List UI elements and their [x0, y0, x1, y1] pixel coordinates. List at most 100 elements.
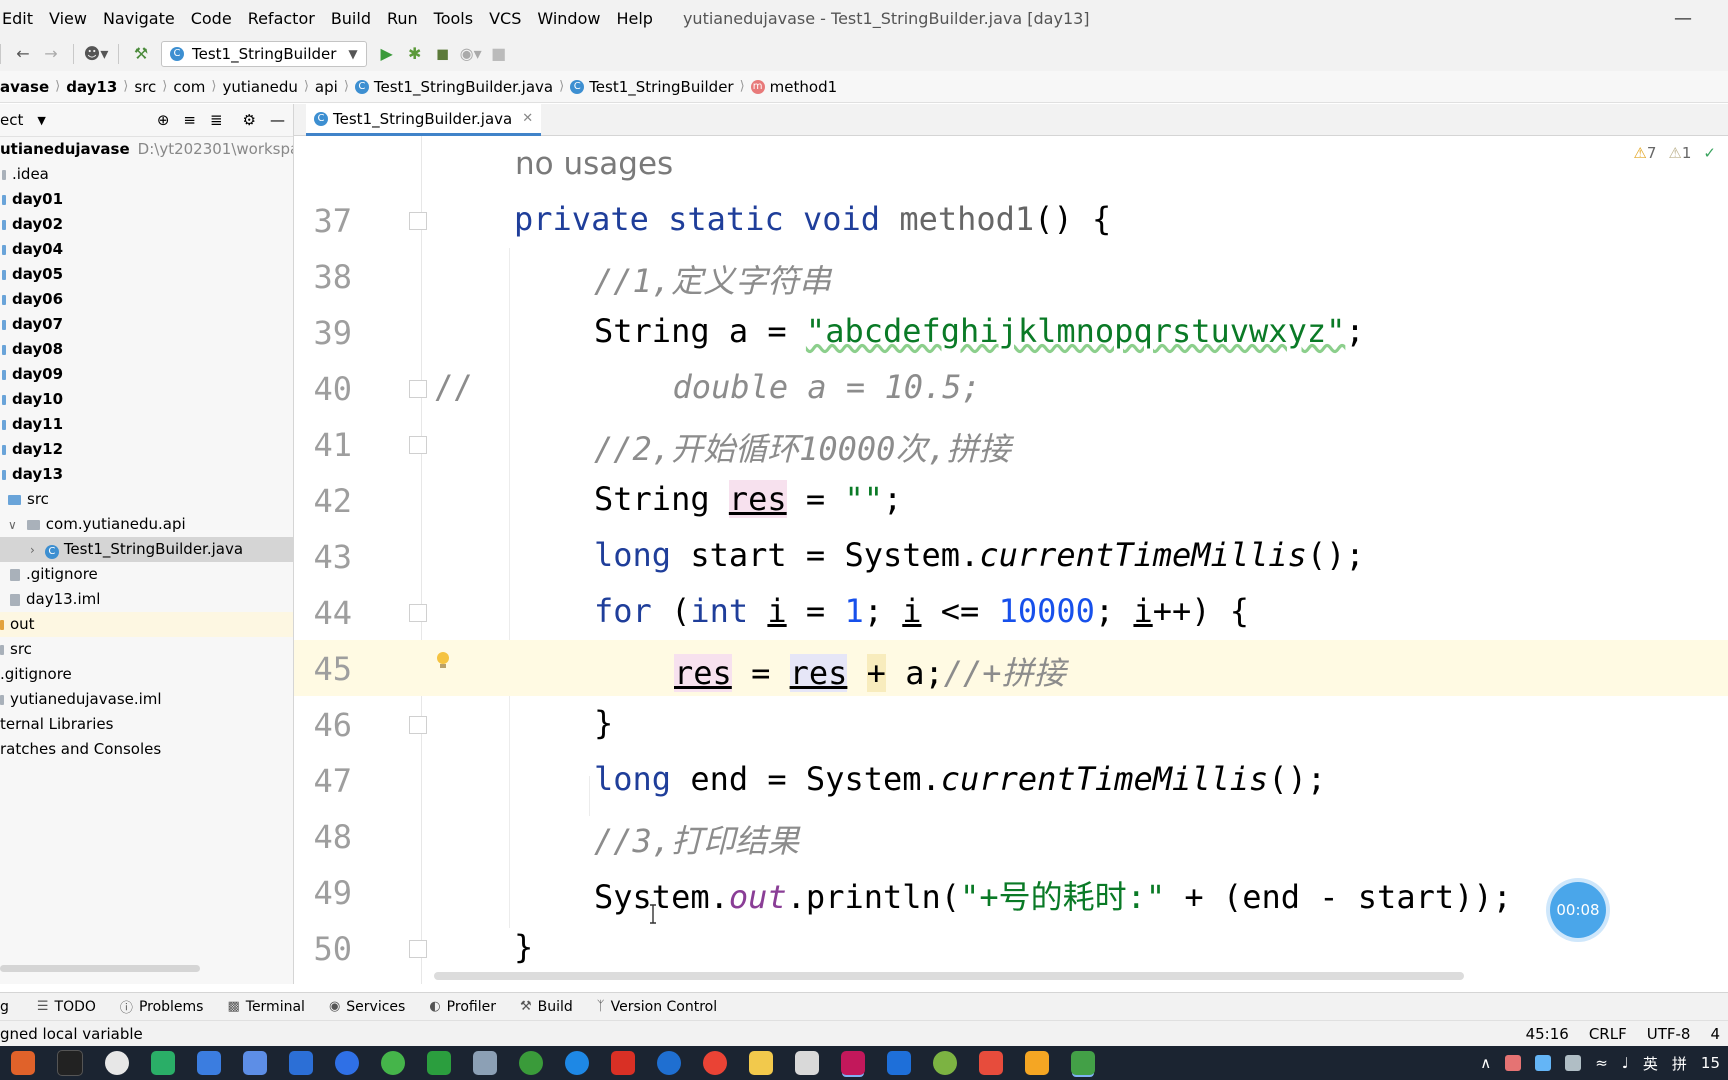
code-line-48[interactable]: 48 //3,打印结果	[294, 808, 1728, 864]
qq-icon[interactable]	[57, 1050, 83, 1076]
game-icon[interactable]	[519, 1051, 543, 1075]
tree-item-package[interactable]: ∨ com.yutianedu.api	[0, 512, 293, 537]
tree-item-day13[interactable]: day13	[0, 462, 293, 487]
run-configuration-select[interactable]: C Test1_StringBuilder ▼	[161, 40, 367, 67]
tree-item-day07[interactable]: day07	[0, 312, 293, 337]
code-line-37[interactable]: 37 private static void method1() {	[294, 192, 1728, 248]
chevron-up-icon[interactable]: ∧	[1480, 1054, 1491, 1072]
mail-icon[interactable]	[289, 1051, 313, 1075]
photos-icon[interactable]	[243, 1051, 267, 1075]
code-line-39[interactable]: 39 String a = "abcdefghijklmnopqrstuvwxy…	[294, 304, 1728, 360]
code-line-43[interactable]: 43 long start = System.currentTimeMillis…	[294, 528, 1728, 584]
tool-window-profiler[interactable]: ◐ Profiler	[429, 999, 496, 1015]
chat-icon[interactable]	[105, 1051, 129, 1075]
chevron-right-icon[interactable]: ›	[30, 543, 35, 557]
ime-mode[interactable]: 拼	[1672, 1053, 1687, 1074]
menu-refactor[interactable]: Refactor	[240, 9, 323, 28]
project-view-selector[interactable]: ect	[0, 111, 23, 129]
menu-window[interactable]: Window	[529, 9, 608, 28]
code-line-50[interactable]: 50 }	[294, 920, 1728, 976]
breadcrumb-class[interactable]: C Test1_StringBuilder	[570, 78, 734, 96]
code-line-47[interactable]: 47 long end = System.currentTimeMillis()…	[294, 752, 1728, 808]
pdf-icon[interactable]	[979, 1051, 1003, 1075]
breadcrumb-project[interactable]: avase	[0, 78, 49, 96]
collapse-all-icon[interactable]: ≣	[210, 111, 223, 129]
fold-icon[interactable]	[409, 436, 427, 454]
tree-item-day01[interactable]: day01	[0, 187, 293, 212]
tree-item-day04[interactable]: day04	[0, 237, 293, 262]
tree-item-external-libraries[interactable]: ternal Libraries	[0, 712, 293, 737]
menu-run[interactable]: Run	[379, 9, 426, 28]
settings-app-icon[interactable]	[335, 1051, 359, 1075]
indent-setting[interactable]: 4	[1710, 1025, 1720, 1043]
notes-icon[interactable]	[1025, 1051, 1049, 1075]
firefox-icon[interactable]	[11, 1051, 35, 1075]
editor-tab-test1[interactable]: C Test1_StringBuilder.java ✕	[306, 104, 542, 136]
menu-vcs[interactable]: VCS	[481, 9, 529, 28]
caret-position[interactable]: 45:16	[1526, 1025, 1569, 1043]
chrome-icon[interactable]	[703, 1051, 727, 1075]
menu-build[interactable]: Build	[323, 9, 379, 28]
locate-icon[interactable]: ⊕	[157, 111, 170, 129]
project-scrollbar[interactable]	[0, 965, 200, 972]
tool-window-problems[interactable]: ⓘ Problems	[120, 997, 204, 1017]
chevron-down-icon[interactable]: ▼	[37, 114, 45, 127]
forward-arrow-icon[interactable]: →	[37, 44, 65, 63]
tree-item-gitignore-root[interactable]: .gitignore	[0, 662, 293, 687]
code-line-49[interactable]: 49 System.out.println("+号的耗时:" + (end - …	[294, 864, 1728, 920]
tool-app-icon[interactable]	[473, 1051, 497, 1075]
breadcrumb-method[interactable]: m method1	[750, 78, 837, 96]
shield-icon[interactable]	[1535, 1055, 1552, 1071]
tool-window-build[interactable]: ⚒ Build	[520, 999, 573, 1015]
wechat-icon[interactable]	[151, 1051, 175, 1075]
todesk-icon[interactable]	[887, 1051, 911, 1075]
code-line-42[interactable]: 42 String res = "";	[294, 472, 1728, 528]
tree-item-project-iml[interactable]: yutianedujavase.iml	[0, 687, 293, 712]
tree-item-day05[interactable]: day05	[0, 262, 293, 287]
tree-item-idea[interactable]: .idea	[0, 162, 293, 187]
ime-indicator[interactable]: 英	[1643, 1053, 1658, 1074]
fold-icon[interactable]	[409, 716, 427, 734]
breadcrumb-src[interactable]: src	[134, 78, 156, 96]
back-arrow-icon[interactable]: ←	[9, 44, 37, 63]
usages-hint[interactable]: no usages	[515, 146, 673, 182]
code-line-45[interactable]: 45 res = res + a;//+拼接	[294, 640, 1728, 696]
tray-app-icon[interactable]	[1505, 1055, 1522, 1071]
editor-horizontal-scrollbar[interactable]	[434, 972, 1464, 980]
minimize-icon[interactable]: —	[1674, 8, 1692, 29]
code-editor[interactable]: ⚠7 ⚠1 ✓ no usages 37 private static void…	[294, 136, 1728, 984]
coverage-icon[interactable]: ◼	[429, 44, 457, 63]
tool-window-debug[interactable]: g	[0, 999, 9, 1015]
fold-icon[interactable]	[409, 940, 427, 958]
tool-window-terminal[interactable]: ▩ Terminal	[227, 999, 304, 1015]
tool-window-version-control[interactable]: ᛉ Version Control	[597, 999, 717, 1015]
gear-app-icon[interactable]	[795, 1051, 819, 1075]
tree-item-day09[interactable]: day09	[0, 362, 293, 387]
fold-icon[interactable]	[409, 604, 427, 622]
menu-navigate[interactable]: Navigate	[95, 9, 183, 28]
battery-icon[interactable]	[1565, 1055, 1582, 1071]
profile-icon[interactable]: ◉▾	[457, 44, 485, 63]
tree-root[interactable]: utianedujavaseD:\yt202301\workspace\	[0, 137, 293, 162]
stop-icon[interactable]: ■	[485, 44, 513, 63]
breadcrumb-yutianedu[interactable]: yutianedu	[222, 78, 297, 96]
tree-item-gitignore[interactable]: .gitignore	[0, 562, 293, 587]
tree-item-src-root[interactable]: src	[0, 637, 293, 662]
hbuilder-icon[interactable]	[427, 1051, 451, 1075]
expand-all-icon[interactable]: ≡	[183, 111, 196, 129]
run-icon[interactable]: ▶	[373, 44, 401, 63]
debug-bug-icon[interactable]: ✱	[401, 44, 429, 63]
status-message[interactable]: gned local variable	[0, 1025, 143, 1043]
tree-item-day12[interactable]: day12	[0, 437, 293, 462]
clock[interactable]: 15	[1701, 1054, 1720, 1072]
search-app-icon[interactable]	[197, 1051, 221, 1075]
lightbulb-icon[interactable]	[436, 652, 450, 670]
fold-icon[interactable]	[409, 212, 427, 230]
gear-icon[interactable]: ⚙	[243, 111, 256, 129]
close-icon[interactable]: ✕	[522, 111, 533, 126]
build-hammer-icon[interactable]: ⚒	[127, 44, 155, 63]
code-line-38[interactable]: 38 //1,定义字符串	[294, 248, 1728, 304]
fold-icon[interactable]	[409, 380, 427, 398]
tool-window-todo[interactable]: ☰ TODO	[37, 999, 96, 1015]
hide-panel-icon[interactable]: —	[270, 111, 285, 129]
